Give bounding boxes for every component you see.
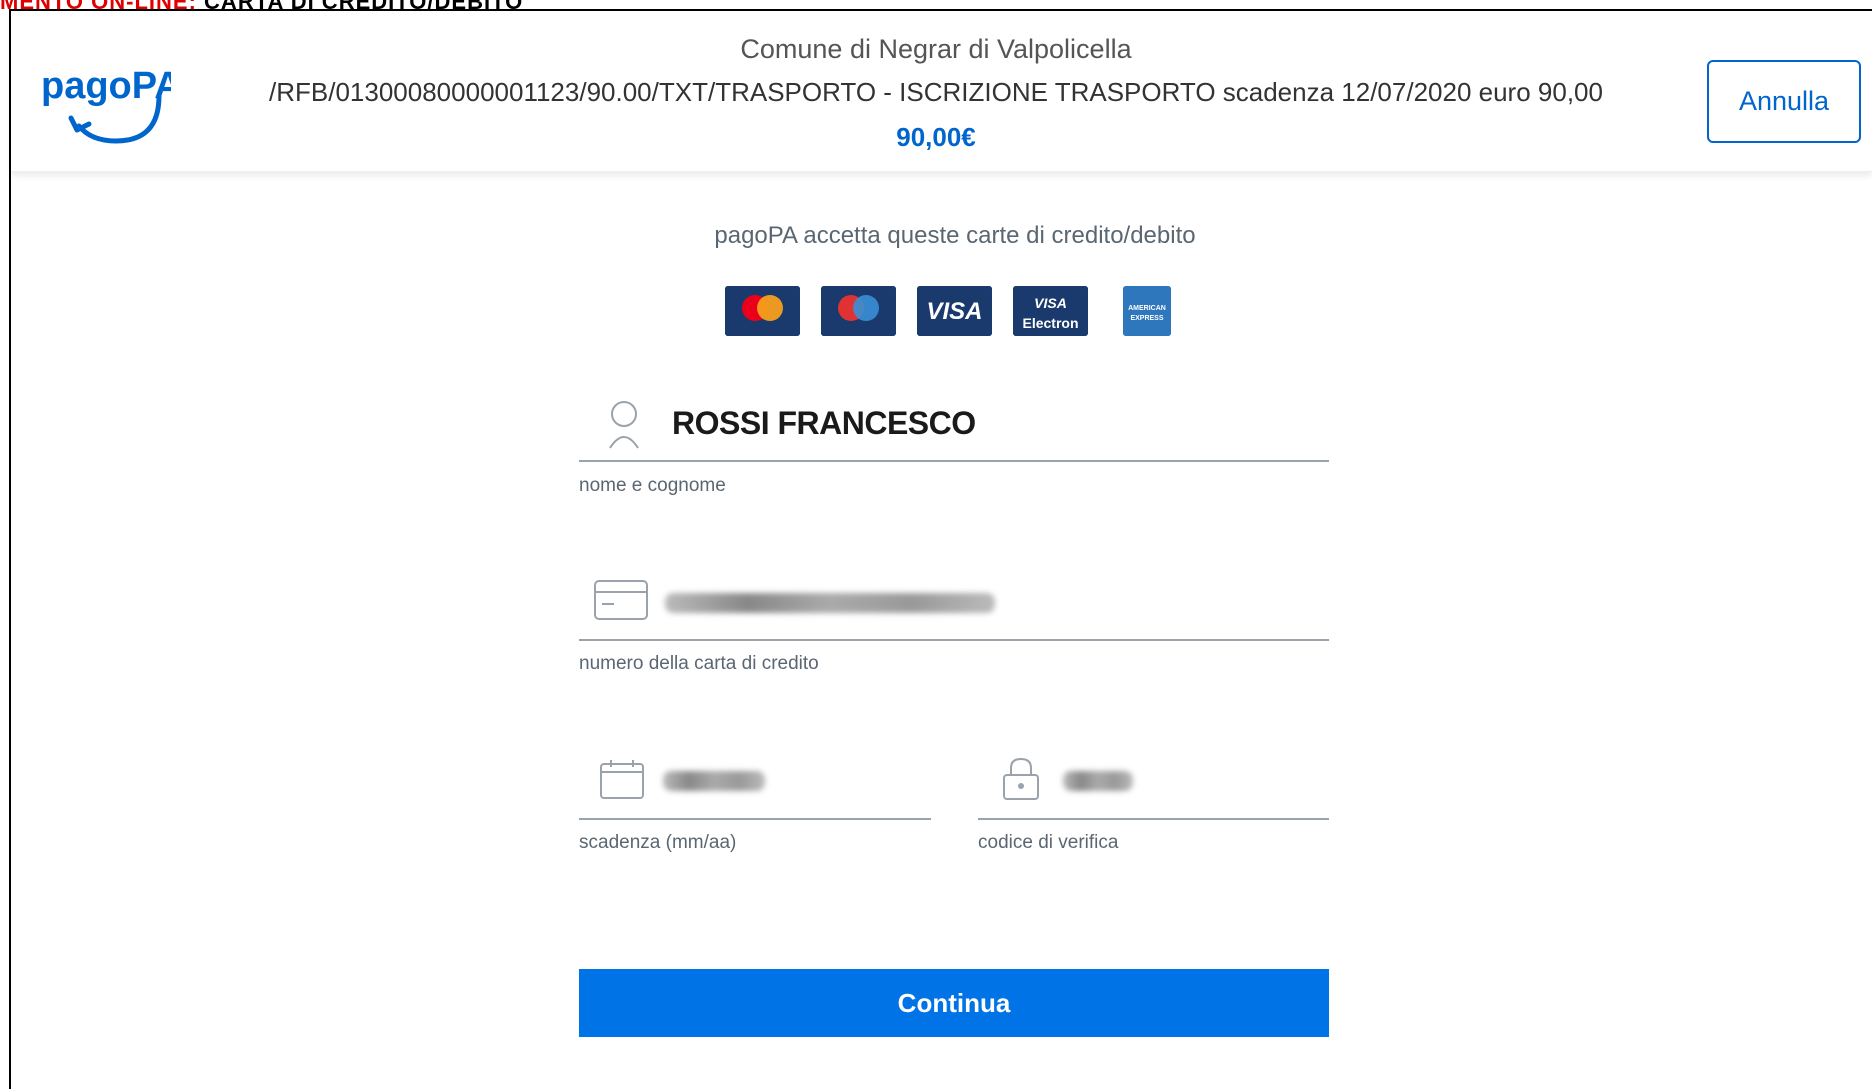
name-value: ROSSI FRANCESCO <box>672 405 976 441</box>
expiry-label: scadenza (mm/aa) <box>579 832 737 853</box>
card-number-label: numero della carta di credito <box>579 653 819 674</box>
creditor-entity: Comune di Negrar di Valpolicella <box>740 34 1132 64</box>
visa-electron-icon: VISA Electron <box>1013 286 1088 336</box>
cvv-underline <box>978 818 1329 820</box>
cancel-button[interactable]: Annulla <box>1707 60 1861 143</box>
calendar-icon <box>600 759 644 804</box>
payment-description: /RFB/01300080000001123/90.00/TXT/TRASPOR… <box>269 77 1603 107</box>
name-label: nome e cognome <box>579 475 726 496</box>
american-express-icon: AMERICAN EXPRESS <box>1123 286 1171 336</box>
expiry-underline <box>579 818 931 820</box>
credit-card-icon <box>594 580 648 625</box>
accepted-cards-text: pagoPA accetta queste carte di credito/d… <box>714 222 1196 249</box>
cvv-value-blurred <box>1063 771 1133 791</box>
svg-text:Electron: Electron <box>1022 315 1078 331</box>
mastercard-icon <box>725 286 800 336</box>
user-icon <box>606 400 642 455</box>
name-underline <box>579 460 1329 462</box>
payment-amount: 90,00€ <box>896 122 976 152</box>
svg-text:VISA: VISA <box>1034 295 1067 311</box>
card-number-value-blurred <box>665 593 995 613</box>
svg-text:VISA: VISA <box>926 298 982 325</box>
pagopa-logo: pagoPA <box>41 56 182 151</box>
card-number-underline <box>579 639 1329 641</box>
cvv-label: codice di verifica <box>978 832 1119 853</box>
visa-icon: VISA <box>917 286 992 336</box>
expiry-value-blurred <box>663 771 765 791</box>
continue-button[interactable]: Continua <box>579 969 1329 1037</box>
svg-text:pagoPA: pagoPA <box>41 65 171 107</box>
svg-text:AMERICAN: AMERICAN <box>1128 305 1166 312</box>
payment-header: pagoPA Comune di Negrar di Valpolicella … <box>11 11 1872 172</box>
maestro-icon <box>821 286 896 336</box>
lock-icon <box>1002 757 1040 806</box>
svg-text:EXPRESS: EXPRESS <box>1130 315 1163 322</box>
